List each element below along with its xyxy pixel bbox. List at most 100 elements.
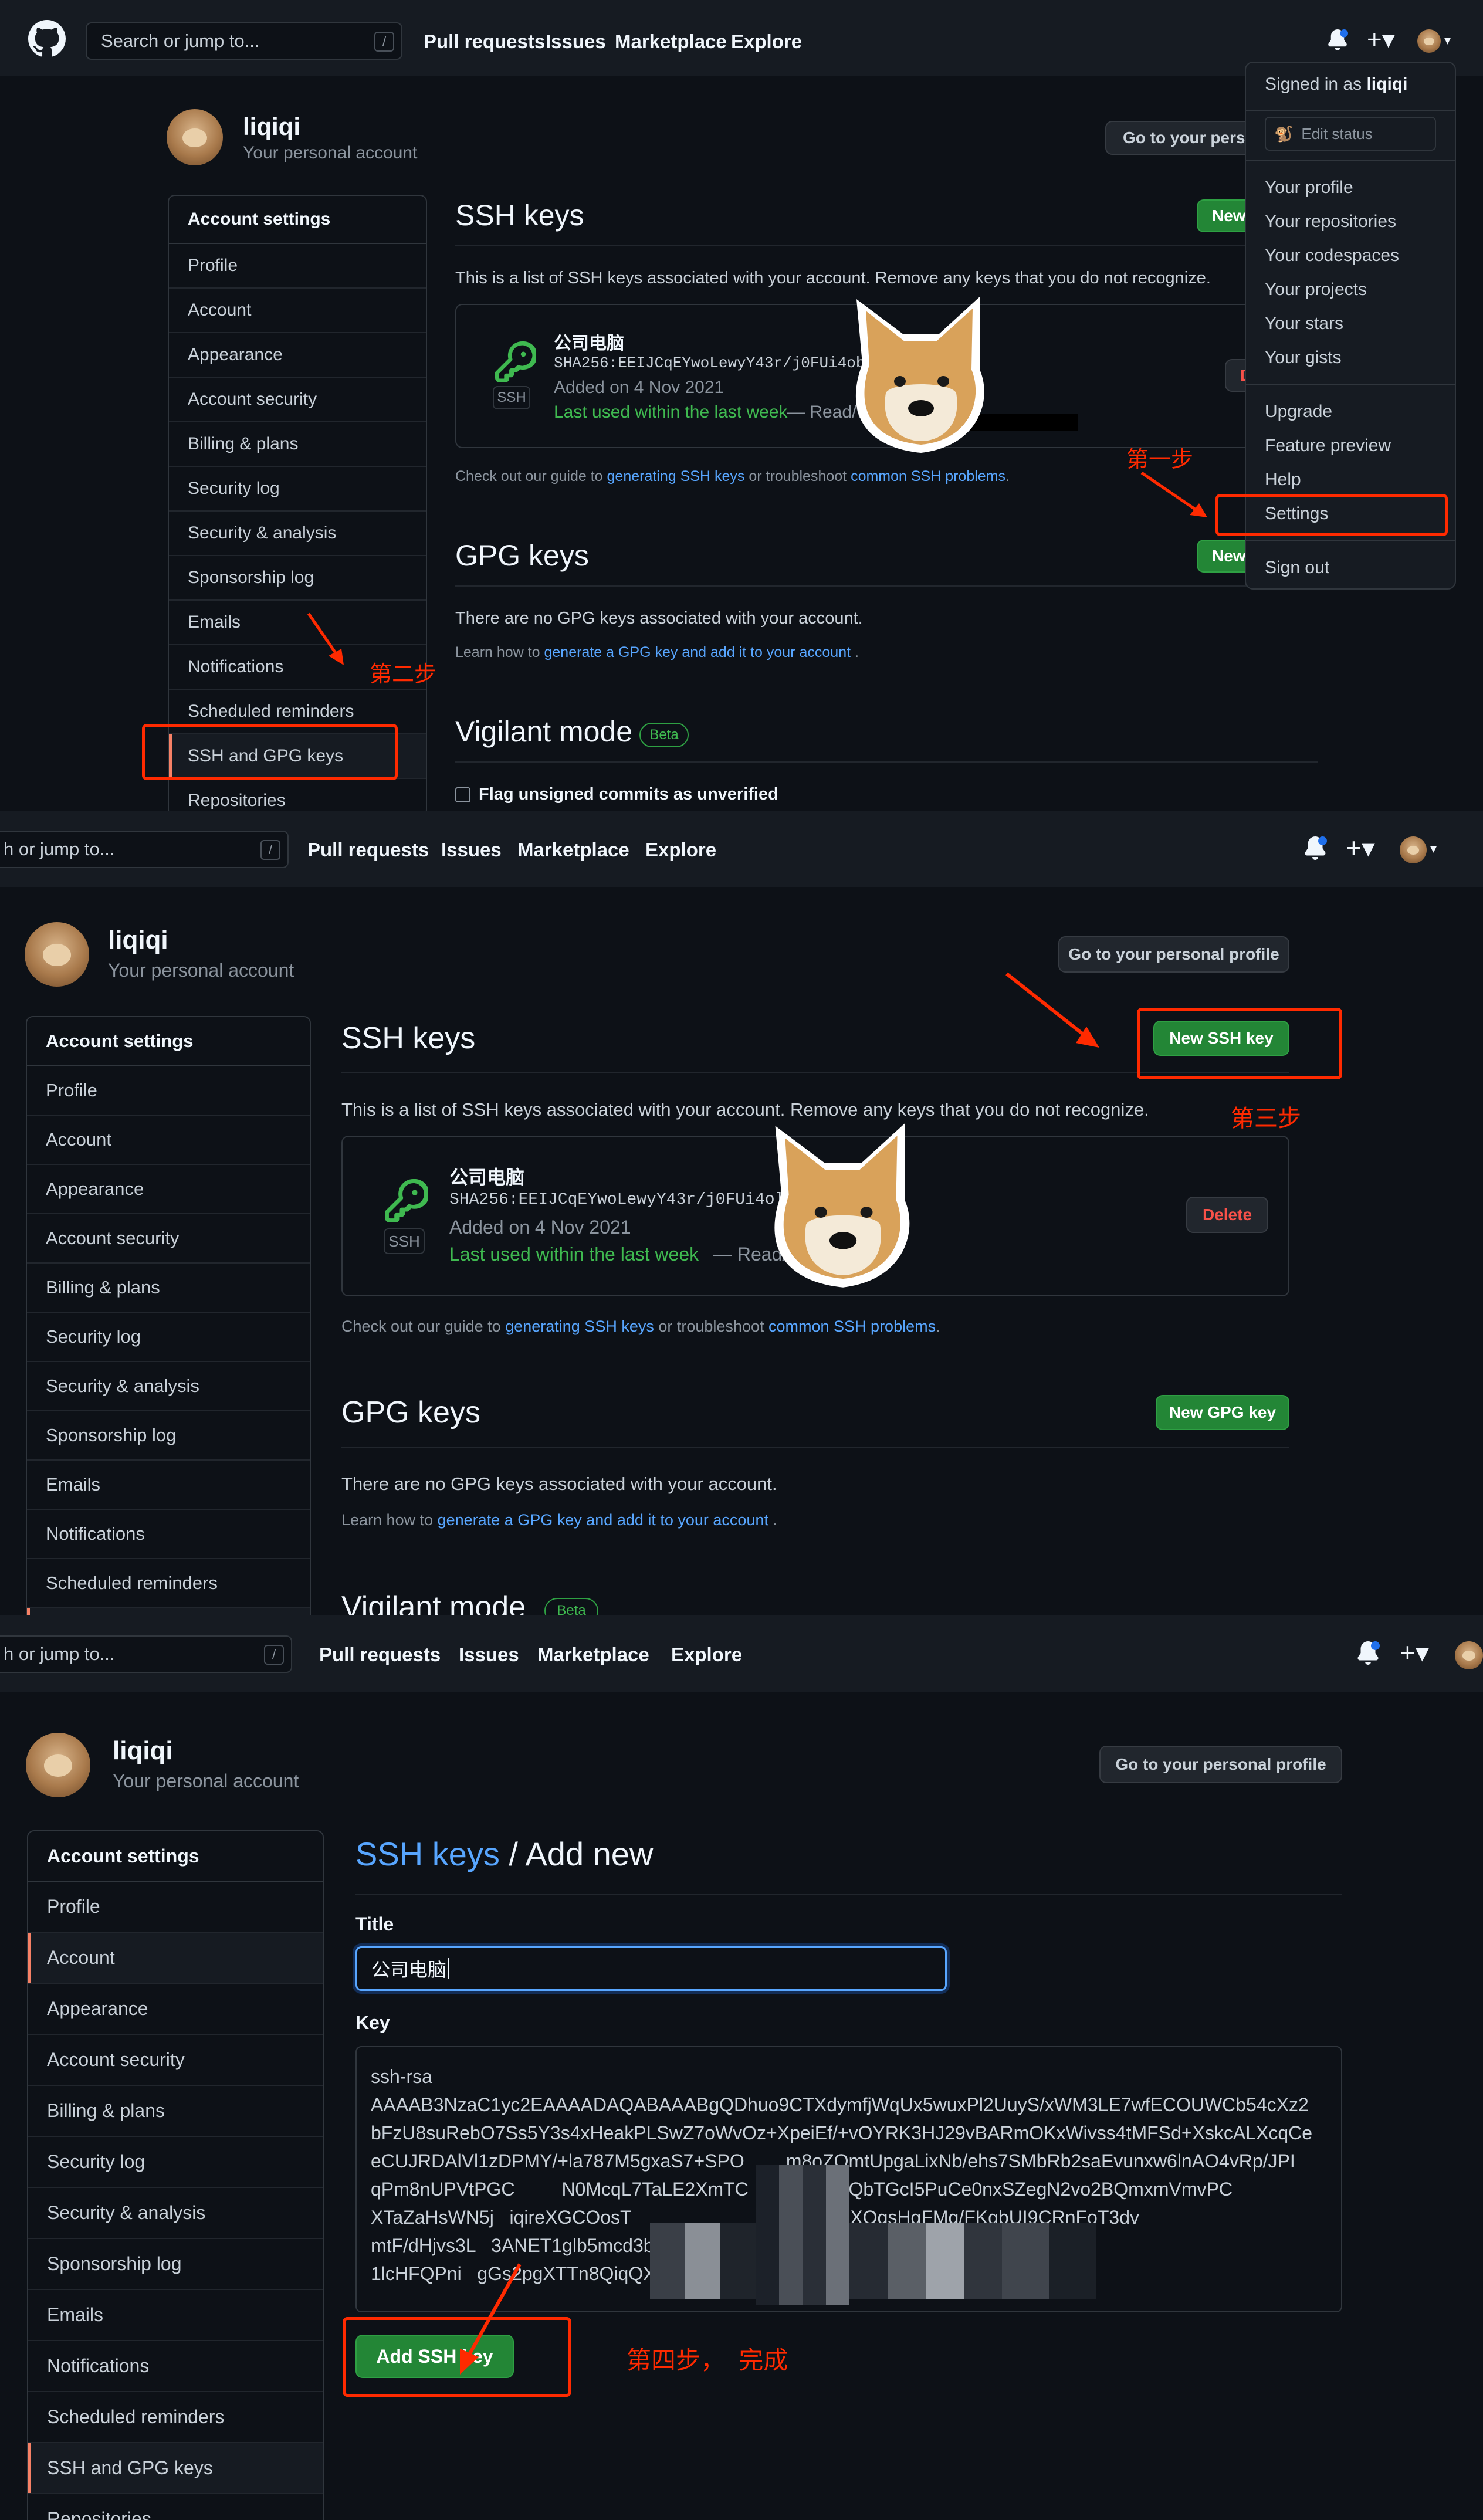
sidebar-item-account[interactable]: Account <box>169 289 426 333</box>
sidebar-item-emails[interactable]: Emails <box>169 601 426 645</box>
sidebar-item-security-analysis[interactable]: Security & analysis <box>28 2188 323 2239</box>
new-gpg-key-button[interactable]: New GPG key <box>1156 1395 1289 1430</box>
generate-gpg-key-link[interactable]: generate a GPG key and add it to your ac… <box>544 644 851 661</box>
plus-icon[interactable]: +▾ <box>1346 832 1375 863</box>
menu-your-stars[interactable]: Your stars <box>1265 314 1343 334</box>
bell-icon[interactable] <box>1327 29 1348 50</box>
sidebar-item-appearance[interactable]: Appearance <box>169 333 426 378</box>
delete-button[interactable]: Delete <box>1186 1197 1268 1233</box>
go-to-profile-button[interactable]: Go to your personal profile <box>1058 936 1289 973</box>
flag-unsigned-checkbox[interactable] <box>455 787 470 802</box>
sidebar-item-account-security[interactable]: Account security <box>169 378 426 422</box>
common-ssh-problems-link[interactable]: common SSH problems <box>851 468 1005 485</box>
nav-issues[interactable]: Issues <box>459 1644 519 1666</box>
ssh-key-last-used: Last used within the last week <box>554 402 788 422</box>
sidebar-item-emails[interactable]: Emails <box>27 1461 310 1510</box>
sidebar-item-profile[interactable]: Profile <box>27 1066 310 1116</box>
sidebar-item-security-log[interactable]: Security log <box>28 2137 323 2188</box>
generating-ssh-keys-link[interactable]: generating SSH keys <box>505 1317 654 1335</box>
user-subtitle: Your personal account <box>108 960 294 981</box>
menu-your-profile[interactable]: Your profile <box>1265 178 1353 198</box>
sidebar-item-security-log[interactable]: Security log <box>169 467 426 512</box>
sidebar-item-account[interactable]: Account <box>27 1116 310 1165</box>
search-input[interactable]: h or jump to... / <box>0 1635 292 1673</box>
nav-marketplace[interactable]: Marketplace <box>537 1644 649 1666</box>
nav-marketplace[interactable]: Marketplace <box>615 31 727 53</box>
nav-explore[interactable]: Explore <box>671 1644 742 1666</box>
sidebar-item-notifications[interactable]: Notifications <box>27 1510 310 1559</box>
edit-status-button[interactable]: 🐒 Edit status <box>1265 117 1436 151</box>
ssh-guide: Check out our guide to generating SSH ke… <box>341 1317 940 1335</box>
avatar[interactable] <box>1400 836 1427 863</box>
sidebar-item-profile[interactable]: Profile <box>169 244 426 289</box>
annotation-step-4: 第四步， 完成 <box>627 2346 788 2374</box>
sidebar-item-repositories[interactable]: Repositories <box>169 779 426 811</box>
sidebar-item-sponsorship-log[interactable]: Sponsorship log <box>169 556 426 601</box>
generate-gpg-key-link[interactable]: generate a GPG key and add it to your ac… <box>438 1511 768 1529</box>
key-label: Key <box>355 2012 390 2033</box>
nav-explore[interactable]: Explore <box>731 31 802 53</box>
menu-your-gists[interactable]: Your gists <box>1265 348 1342 368</box>
menu-feature-preview[interactable]: Feature preview <box>1265 436 1391 456</box>
sidebar-item-scheduled-reminders[interactable]: Scheduled reminders <box>27 1559 310 1608</box>
sidebar-item-ssh-gpg-keys[interactable] <box>27 1608 310 1615</box>
github-logo-icon[interactable] <box>28 20 66 57</box>
gpg-empty-text: There are no GPG keys associated with yo… <box>455 609 863 628</box>
avatar[interactable] <box>1417 29 1441 53</box>
sidebar-item-profile[interactable]: Profile <box>28 1882 323 1933</box>
sidebar-item-scheduled-reminders[interactable]: Scheduled reminders <box>28 2392 323 2443</box>
key-icon <box>385 1179 428 1222</box>
sidebar-item-repositories[interactable]: Repositories <box>28 2494 323 2520</box>
key-line: AAAAB3NzaC1yc2EAAAADAQABAAABgQDhuo9CTXdy… <box>371 2094 1309 2115</box>
nav-explore[interactable]: Explore <box>645 839 716 861</box>
sidebar-item-account[interactable]: Account <box>28 1933 323 1984</box>
sidebar-item-sponsorship-log[interactable]: Sponsorship log <box>27 1411 310 1461</box>
pixelated-redaction <box>650 2223 756 2299</box>
nav-pull-requests[interactable]: Pull requests <box>307 839 429 861</box>
sidebar-item-security-analysis[interactable]: Security & analysis <box>169 512 426 556</box>
nav-pull-requests[interactable]: Pull requests <box>319 1644 441 1666</box>
sidebar-item-billing[interactable]: Billing & plans <box>27 1264 310 1313</box>
go-to-profile-button[interactable]: Go to your personal profile <box>1099 1746 1342 1783</box>
nav-marketplace[interactable]: Marketplace <box>517 839 629 861</box>
sidebar-item-account-security[interactable]: Account security <box>28 2035 323 2086</box>
bell-icon[interactable] <box>1303 836 1327 860</box>
generating-ssh-keys-link[interactable]: generating SSH keys <box>607 468 745 485</box>
plus-icon[interactable]: +▾ <box>1367 25 1395 55</box>
menu-sign-out[interactable]: Sign out <box>1265 558 1329 578</box>
divider <box>1246 540 1455 541</box>
sidebar-item-security-analysis[interactable]: Security & analysis <box>27 1362 310 1411</box>
search-input[interactable]: Search or jump to... / <box>86 22 402 60</box>
sidebar-item-appearance[interactable]: Appearance <box>27 1165 310 1214</box>
search-input[interactable]: h or jump to... / <box>0 831 289 868</box>
sidebar-item-account-security[interactable]: Account security <box>27 1214 310 1264</box>
highlight-ssh-gpg-keys <box>142 724 398 780</box>
sidebar-item-sponsorship-log[interactable]: Sponsorship log <box>28 2239 323 2290</box>
menu-your-codespaces[interactable]: Your codespaces <box>1265 246 1399 266</box>
sidebar-item-emails[interactable]: Emails <box>28 2290 323 2341</box>
sidebar-item-billing[interactable]: Billing & plans <box>28 2086 323 2137</box>
menu-your-repositories[interactable]: Your repositories <box>1265 212 1396 232</box>
ssh-key-fingerprint: SHA256:EEIJCqEYwoLewyY43r/j0FUi4ol <box>449 1191 785 1209</box>
avatar[interactable] <box>1455 1641 1483 1669</box>
nav-issues[interactable]: Issues <box>546 31 606 53</box>
common-ssh-problems-link[interactable]: common SSH problems <box>768 1317 936 1335</box>
plus-icon[interactable]: +▾ <box>1400 1637 1429 1668</box>
sidebar-item-notifications[interactable]: Notifications <box>28 2341 323 2392</box>
sidebar-item-security-log[interactable]: Security log <box>27 1313 310 1362</box>
nav-issues[interactable]: Issues <box>441 839 502 861</box>
title-input[interactable]: 公司电脑 <box>355 1946 947 1991</box>
bell-icon[interactable] <box>1356 1641 1380 1665</box>
menu-help[interactable]: Help <box>1265 470 1301 490</box>
ssh-badge: SSH <box>384 1228 425 1254</box>
sidebar-item-appearance[interactable]: Appearance <box>28 1984 323 2035</box>
ssh-key-fingerprint: SHA256:EEIJCqEYwoLewyY43r/j0FUi4obA <box>554 354 875 372</box>
breadcrumb-ssh-keys-link[interactable]: SSH keys <box>355 1835 500 1872</box>
menu-upgrade[interactable]: Upgrade <box>1265 402 1332 422</box>
menu-your-projects[interactable]: Your projects <box>1265 280 1367 300</box>
header-bar: h or jump to... / Pull requests Issues M… <box>0 1615 1483 1692</box>
sidebar-item-billing[interactable]: Billing & plans <box>169 422 426 467</box>
nav-pull-requests[interactable]: Pull requests <box>424 31 545 53</box>
divider <box>355 1894 1342 1895</box>
sidebar-item-ssh-gpg-keys[interactable]: SSH and GPG keys <box>28 2443 323 2494</box>
